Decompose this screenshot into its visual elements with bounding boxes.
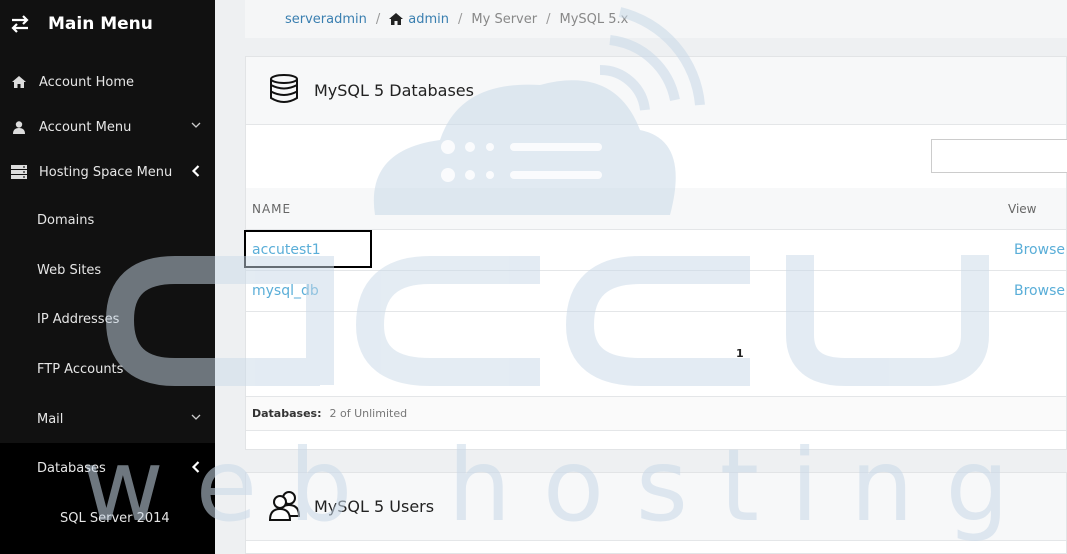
database-icon — [268, 73, 304, 108]
breadcrumb: serveradmin / admin / My Server / MySQL … — [245, 0, 1067, 38]
browse-link[interactable]: Browse — [1014, 283, 1065, 299]
table-row: mysql_db Browse — [246, 271, 1066, 312]
sidebar-item-label: SQL Server 2014 — [60, 510, 170, 526]
search-input[interactable] — [931, 139, 1067, 173]
sidebar-item-account-home[interactable]: Account Home — [0, 62, 215, 102]
table-row: accutest1 Browse — [244, 230, 1066, 271]
home-icon — [4, 76, 34, 88]
databases-card-header: MySQL 5 Databases — [246, 57, 1066, 125]
sidebar-title: Main Menu — [48, 14, 153, 34]
sidebar-item-label: Databases — [37, 460, 106, 476]
breadcrumb-serveradmin[interactable]: serveradmin — [285, 12, 367, 27]
sidebar-item-hosting-space-menu[interactable]: Hosting Space Menu — [0, 152, 215, 192]
table-header: NAME View — [246, 188, 1066, 230]
sidebar-item-sql-server-2014[interactable]: SQL Server 2014 — [0, 498, 215, 538]
quota-label: Databases: — [252, 407, 322, 420]
sidebar-header: Main Menu — [0, 0, 215, 48]
pager: 1 — [246, 312, 1066, 396]
sidebar-item-label: Domains — [37, 212, 95, 228]
sidebar-item-account-menu[interactable]: Account Menu — [0, 107, 215, 147]
users-card: MySQL 5 Users — [245, 472, 1067, 554]
database-name-link[interactable]: mysql_db — [252, 283, 319, 299]
menu-toggle-icon[interactable] — [10, 15, 30, 33]
sidebar-item-ip-addresses[interactable]: IP Addresses — [0, 299, 215, 339]
breadcrumb-separator: / — [375, 11, 381, 27]
sidebar-item-label: Account Home — [39, 74, 135, 90]
quota-value: 2 of Unlimited — [329, 407, 408, 420]
breadcrumb-current: MySQL 5.x — [559, 11, 629, 27]
users-card-title: MySQL 5 Users — [314, 497, 435, 516]
users-icon — [268, 489, 304, 525]
chevron-left-icon — [191, 461, 200, 473]
chevron-down-icon — [191, 414, 201, 420]
search-row — [246, 125, 1067, 188]
server-icon — [4, 165, 34, 179]
sidebar: Main Menu Account Home Account Menu Host… — [0, 0, 215, 554]
sidebar-item-web-sites[interactable]: Web Sites — [0, 250, 215, 290]
sidebar-item-databases[interactable]: Databases — [0, 448, 215, 488]
users-card-header: MySQL 5 Users — [246, 473, 1066, 541]
column-header-name: NAME — [252, 202, 292, 216]
breadcrumb-server: My Server — [471, 11, 538, 27]
sidebar-item-domains[interactable]: Domains — [0, 200, 215, 240]
breadcrumb-separator: / — [546, 11, 551, 27]
home-icon — [389, 13, 404, 25]
databases-quota: Databases: 2 of Unlimited — [246, 396, 1066, 431]
sidebar-item-ftp-accounts[interactable]: FTP Accounts — [0, 349, 215, 389]
sidebar-item-label: Mail — [37, 411, 64, 427]
browse-link[interactable]: Browse — [1014, 242, 1065, 258]
sidebar-item-label: FTP Accounts — [37, 361, 124, 377]
sidebar-item-label: Web Sites — [37, 262, 102, 278]
column-header-view: View — [1008, 202, 1037, 216]
chevron-down-icon — [191, 122, 201, 128]
sidebar-item-label: Hosting Space Menu — [39, 164, 173, 180]
user-icon — [4, 120, 34, 134]
databases-card: MySQL 5 Databases NAME View accutest1 Br… — [244, 56, 1067, 450]
breadcrumb-separator: / — [458, 11, 463, 27]
database-name-link[interactable]: accutest1 — [252, 242, 321, 258]
databases-card-title: MySQL 5 Databases — [314, 81, 474, 100]
chevron-left-icon — [191, 165, 200, 177]
sidebar-item-label: IP Addresses — [37, 311, 120, 327]
page-number[interactable]: 1 — [736, 347, 744, 360]
sidebar-item-label: Account Menu — [39, 119, 132, 135]
breadcrumb-admin[interactable]: admin — [408, 12, 449, 27]
sidebar-item-mail[interactable]: Mail — [0, 399, 215, 439]
